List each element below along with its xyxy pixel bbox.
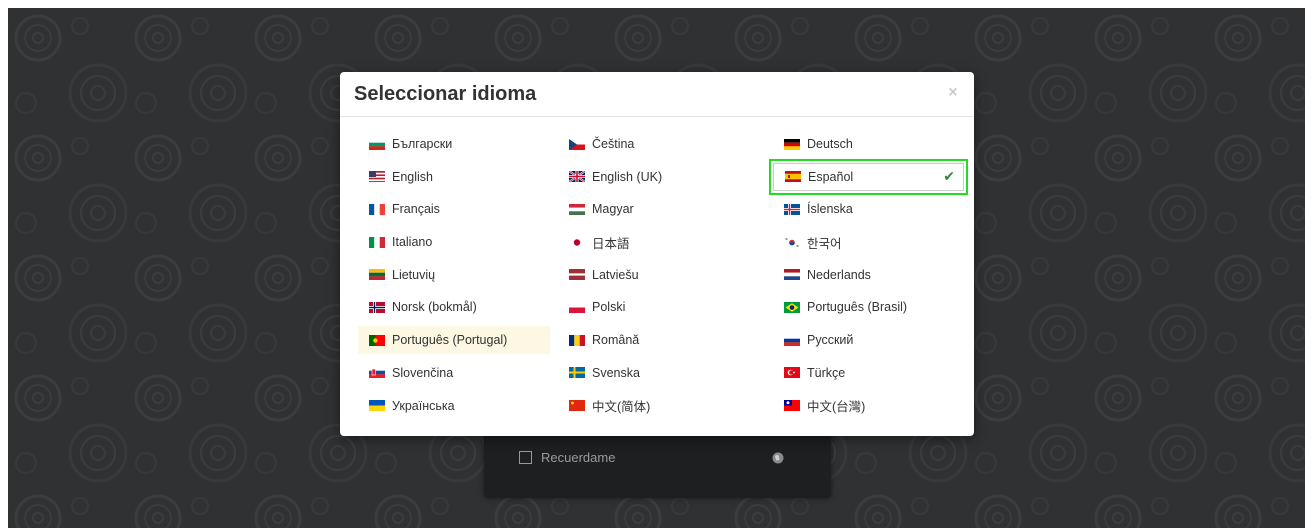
flag-gb-icon	[569, 171, 585, 183]
remember-me[interactable]: Recuerdame	[519, 450, 615, 465]
language-label: Nederlands	[807, 267, 871, 282]
language-option-hu[interactable]: Magyar	[558, 195, 765, 223]
flag-it-icon	[369, 236, 385, 248]
language-label: Slovenčina	[392, 365, 454, 380]
flag-se-icon	[569, 367, 585, 379]
language-option-es[interactable]: Español ✔	[769, 158, 968, 195]
language-label: Български	[392, 137, 453, 151]
flag-pl-icon	[569, 301, 585, 313]
language-label: English (UK)	[592, 169, 663, 184]
flag-br-icon	[784, 301, 800, 313]
language-option-kr[interactable]: 한국어	[773, 228, 964, 256]
language-label: 한국어	[807, 236, 842, 251]
language-option-it[interactable]: Italiano	[358, 228, 550, 256]
language-option-bg[interactable]: Български	[358, 130, 550, 158]
language-label: Română	[592, 333, 640, 348]
flag-cn-icon	[569, 400, 585, 411]
flag-bg-icon	[369, 138, 385, 150]
flag-fr-icon	[369, 203, 385, 215]
language-label: Norsk (bokmål)	[392, 300, 477, 315]
language-option-lt[interactable]: Lietuvių	[358, 261, 550, 289]
flag-tw-icon	[784, 400, 800, 411]
language-label: English	[392, 169, 433, 184]
language-label: Magyar	[592, 202, 634, 217]
language-option-pl[interactable]: Polski	[558, 293, 765, 321]
flag-nl-icon	[784, 269, 800, 281]
flag-tr-icon	[784, 367, 800, 379]
language-option-no[interactable]: Norsk (bokmål)	[358, 293, 550, 321]
flag-cz-icon	[569, 138, 585, 150]
globe-icon[interactable]	[772, 452, 784, 464]
language-option-ru[interactable]: Русский	[773, 326, 964, 354]
language-label: Español	[808, 169, 854, 184]
language-label: Türkçe	[807, 365, 846, 380]
language-label: Русский	[807, 333, 854, 348]
flag-de-icon	[784, 138, 800, 150]
language-label: Українська	[392, 398, 455, 413]
remember-label: Recuerdame	[541, 450, 616, 465]
language-label: Português (Portugal)	[392, 333, 508, 348]
flag-ru-icon	[784, 334, 800, 346]
language-label: Português (Brasil)	[807, 300, 908, 315]
language-option-nl[interactable]: Nederlands	[773, 261, 964, 289]
language-option-se[interactable]: Svenska	[558, 359, 765, 387]
language-option-cz[interactable]: Čeština	[558, 130, 765, 158]
flag-us-icon	[369, 171, 385, 183]
flag-pt-icon	[369, 334, 385, 346]
language-label: Français	[392, 202, 440, 217]
check-icon: ✔	[943, 168, 955, 185]
language-list: Български Čeština Deutsch English English (U…	[358, 130, 968, 424]
language-option-gb[interactable]: English (UK)	[558, 163, 765, 191]
language-label: Polski	[592, 300, 626, 315]
language-label: Latviešu	[592, 267, 639, 282]
language-option-pt[interactable]: Português (Portugal)	[358, 326, 550, 355]
language-option-tr[interactable]: Türkçe	[773, 359, 964, 387]
language-label: Deutsch	[807, 137, 853, 151]
language-label: 中文(台灣)	[807, 400, 866, 414]
flag-es-icon	[785, 171, 801, 183]
language-option-us[interactable]: English	[358, 163, 550, 191]
language-option-ua[interactable]: Українська	[358, 392, 550, 420]
language-label: Italiano	[392, 235, 433, 250]
language-option-fr[interactable]: Français	[358, 195, 550, 223]
language-label: Svenska	[592, 365, 640, 380]
flag-lt-icon	[369, 269, 385, 281]
flag-kr-icon	[784, 236, 800, 248]
language-option-tw[interactable]: 中文(台灣)	[773, 392, 964, 420]
flag-hu-icon	[569, 203, 585, 215]
flag-jp-icon	[569, 236, 585, 248]
flag-sk-icon	[369, 367, 385, 379]
language-label: Čeština	[592, 137, 635, 151]
language-option-de[interactable]: Deutsch	[773, 130, 964, 158]
language-option-cn[interactable]: 中文(简体)	[558, 392, 765, 420]
language-label: 日本語	[592, 236, 630, 251]
flag-ro-icon	[569, 334, 585, 346]
language-label: Íslenska	[807, 202, 853, 217]
language-option-jp[interactable]: 日本語	[558, 228, 765, 256]
modal-title: Seleccionar idioma	[354, 83, 537, 105]
language-label: Lietuvių	[392, 267, 436, 282]
flag-no-icon	[369, 301, 385, 313]
flag-is-icon	[784, 203, 800, 215]
flag-lv-icon	[569, 269, 585, 281]
language-label: 中文(简体)	[592, 400, 651, 414]
language-option-sk[interactable]: Slovenčina	[358, 359, 550, 387]
language-modal: Seleccionar idioma × Български Čeština Deu…	[340, 72, 974, 436]
language-option-is[interactable]: Íslenska	[773, 195, 964, 223]
language-option-lv[interactable]: Latviešu	[558, 261, 765, 289]
close-icon[interactable]: ×	[946, 85, 960, 101]
modal-header: Seleccionar idioma ×	[340, 72, 974, 117]
remember-checkbox[interactable]	[519, 451, 532, 464]
flag-ua-icon	[369, 400, 385, 411]
language-option-br[interactable]: Português (Brasil)	[773, 293, 964, 321]
language-option-ro[interactable]: Română	[558, 326, 765, 354]
